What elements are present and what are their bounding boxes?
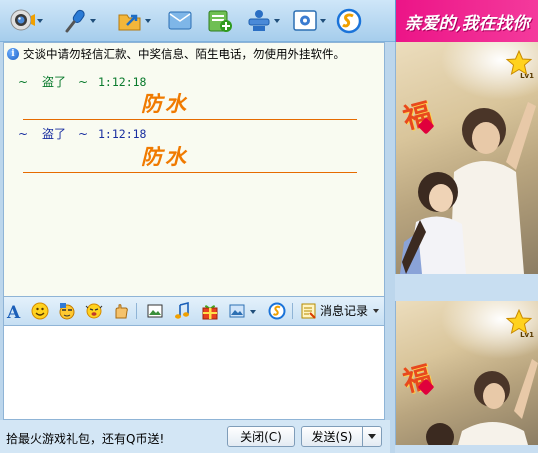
message-text: 防水	[141, 144, 189, 169]
format-toolbar: A 消息记录	[3, 297, 385, 325]
send-options-button[interactable]	[362, 426, 382, 447]
video-chat-button[interactable]	[9, 6, 43, 36]
send-button[interactable]: 发送(S)	[301, 426, 363, 447]
magic-emoticon-icon	[59, 303, 75, 320]
close-button[interactable]: 关闭(C)	[227, 426, 295, 447]
send-file-icon	[118, 14, 141, 31]
hand-writing-button[interactable]	[112, 302, 130, 320]
promo-link[interactable]: 拾最火游戏礼包，还有Q币送!	[6, 430, 164, 447]
image-icon	[229, 304, 245, 318]
send-file-dropdown-icon[interactable]	[145, 19, 151, 23]
security-button[interactable]	[336, 6, 362, 36]
send-file-button[interactable]	[117, 6, 151, 36]
sender-name[interactable]: 盗了	[42, 73, 78, 90]
settings-button[interactable]	[292, 6, 326, 36]
sms-button[interactable]	[167, 6, 193, 36]
security-icon	[336, 8, 362, 34]
tilde-mark: ~	[18, 126, 29, 141]
security-scan-button[interactable]	[268, 302, 286, 320]
video-chat-dropdown-icon[interactable]	[37, 19, 43, 23]
font-icon: A	[6, 303, 21, 320]
message-header: ~ 盗了 ~ 1:12:18	[18, 125, 146, 142]
bottom-bar: 拾最火游戏礼包，还有Q币送! 关闭(C) 发送(S)	[0, 420, 390, 453]
message-time: 1:12:18	[98, 126, 147, 141]
shake-icon	[85, 303, 103, 319]
app-dropdown-icon[interactable]	[274, 19, 280, 23]
tilde-mark: ~	[78, 74, 89, 89]
security-notice: i 交谈中请勿轻信汇款、中奖信息、陌生电话，勿使用外挂软件。	[7, 46, 345, 62]
shake-button[interactable]	[85, 302, 103, 320]
message-history-dropdown-icon[interactable]	[373, 308, 380, 313]
security-scan-icon	[268, 302, 286, 320]
font-button[interactable]: A	[6, 302, 24, 320]
settings-icon	[293, 10, 317, 31]
image-button[interactable]	[229, 302, 247, 320]
sidebar-footer	[395, 445, 538, 453]
gift-icon	[202, 305, 218, 320]
music-button[interactable]	[173, 302, 191, 320]
tilde-mark: ~	[78, 126, 89, 141]
toolbar-separator	[136, 303, 137, 319]
banner-text: 亲爱的,我在找你	[404, 13, 530, 34]
message-input[interactable]	[3, 325, 385, 420]
voice-chat-dropdown-icon[interactable]	[90, 19, 96, 23]
message-history-label: 消息记录	[320, 304, 369, 318]
video-chat-icon	[10, 9, 35, 31]
level-badge: Lv1	[520, 72, 534, 80]
app-icon	[248, 10, 270, 31]
emoticon-icon	[31, 302, 49, 320]
svg-text:A: A	[6, 303, 21, 320]
message-body: 防水	[23, 144, 357, 173]
screenshot-icon	[147, 304, 163, 318]
magic-emoticon-button[interactable]	[58, 302, 76, 320]
chat-history[interactable]: i 交谈中请勿轻信汇款、中奖信息、陌生电话，勿使用外挂软件。 ~ 盗了 ~ 1:…	[3, 42, 385, 297]
my-show-photo[interactable]: Lv1 福	[395, 301, 538, 445]
image-dropdown-icon[interactable]	[250, 310, 256, 314]
create-group-icon	[208, 10, 232, 32]
message-time: 1:12:18	[98, 74, 147, 89]
music-icon	[175, 302, 189, 319]
voice-chat-button[interactable]	[62, 6, 96, 36]
app-button[interactable]	[246, 6, 280, 36]
couple-photo-image	[400, 102, 536, 274]
toolbar-separator	[292, 303, 293, 319]
gift-button[interactable]	[201, 302, 219, 320]
hand-writing-icon	[115, 304, 128, 319]
message-history-button[interactable]: 消息记录	[301, 302, 380, 319]
sender-name[interactable]: 盗了	[42, 125, 78, 142]
ad-banner[interactable]: 亲爱的,我在找你	[395, 0, 538, 42]
screenshot-button[interactable]	[146, 302, 164, 320]
message-header: ~ 盗了 ~ 1:12:18	[18, 73, 146, 90]
message-body: 防水	[23, 91, 357, 120]
contact-show-photo[interactable]: Lv1 福	[395, 42, 538, 274]
info-icon: i	[7, 48, 19, 60]
emoticon-button[interactable]	[31, 302, 49, 320]
level-badge: Lv1	[520, 331, 534, 339]
create-group-button[interactable]	[207, 6, 233, 36]
sms-icon	[168, 11, 192, 30]
chevron-down-icon	[368, 434, 376, 439]
settings-dropdown-icon[interactable]	[320, 19, 326, 23]
message-text: 防水	[141, 91, 189, 116]
voice-chat-icon	[65, 9, 85, 33]
notice-text: 交谈中请勿轻信汇款、中奖信息、陌生电话，勿使用外挂软件。	[23, 47, 345, 61]
message-history-icon	[301, 303, 316, 319]
tilde-mark: ~	[18, 74, 29, 89]
top-toolbar	[0, 0, 395, 42]
sidebar-divider	[395, 274, 538, 301]
